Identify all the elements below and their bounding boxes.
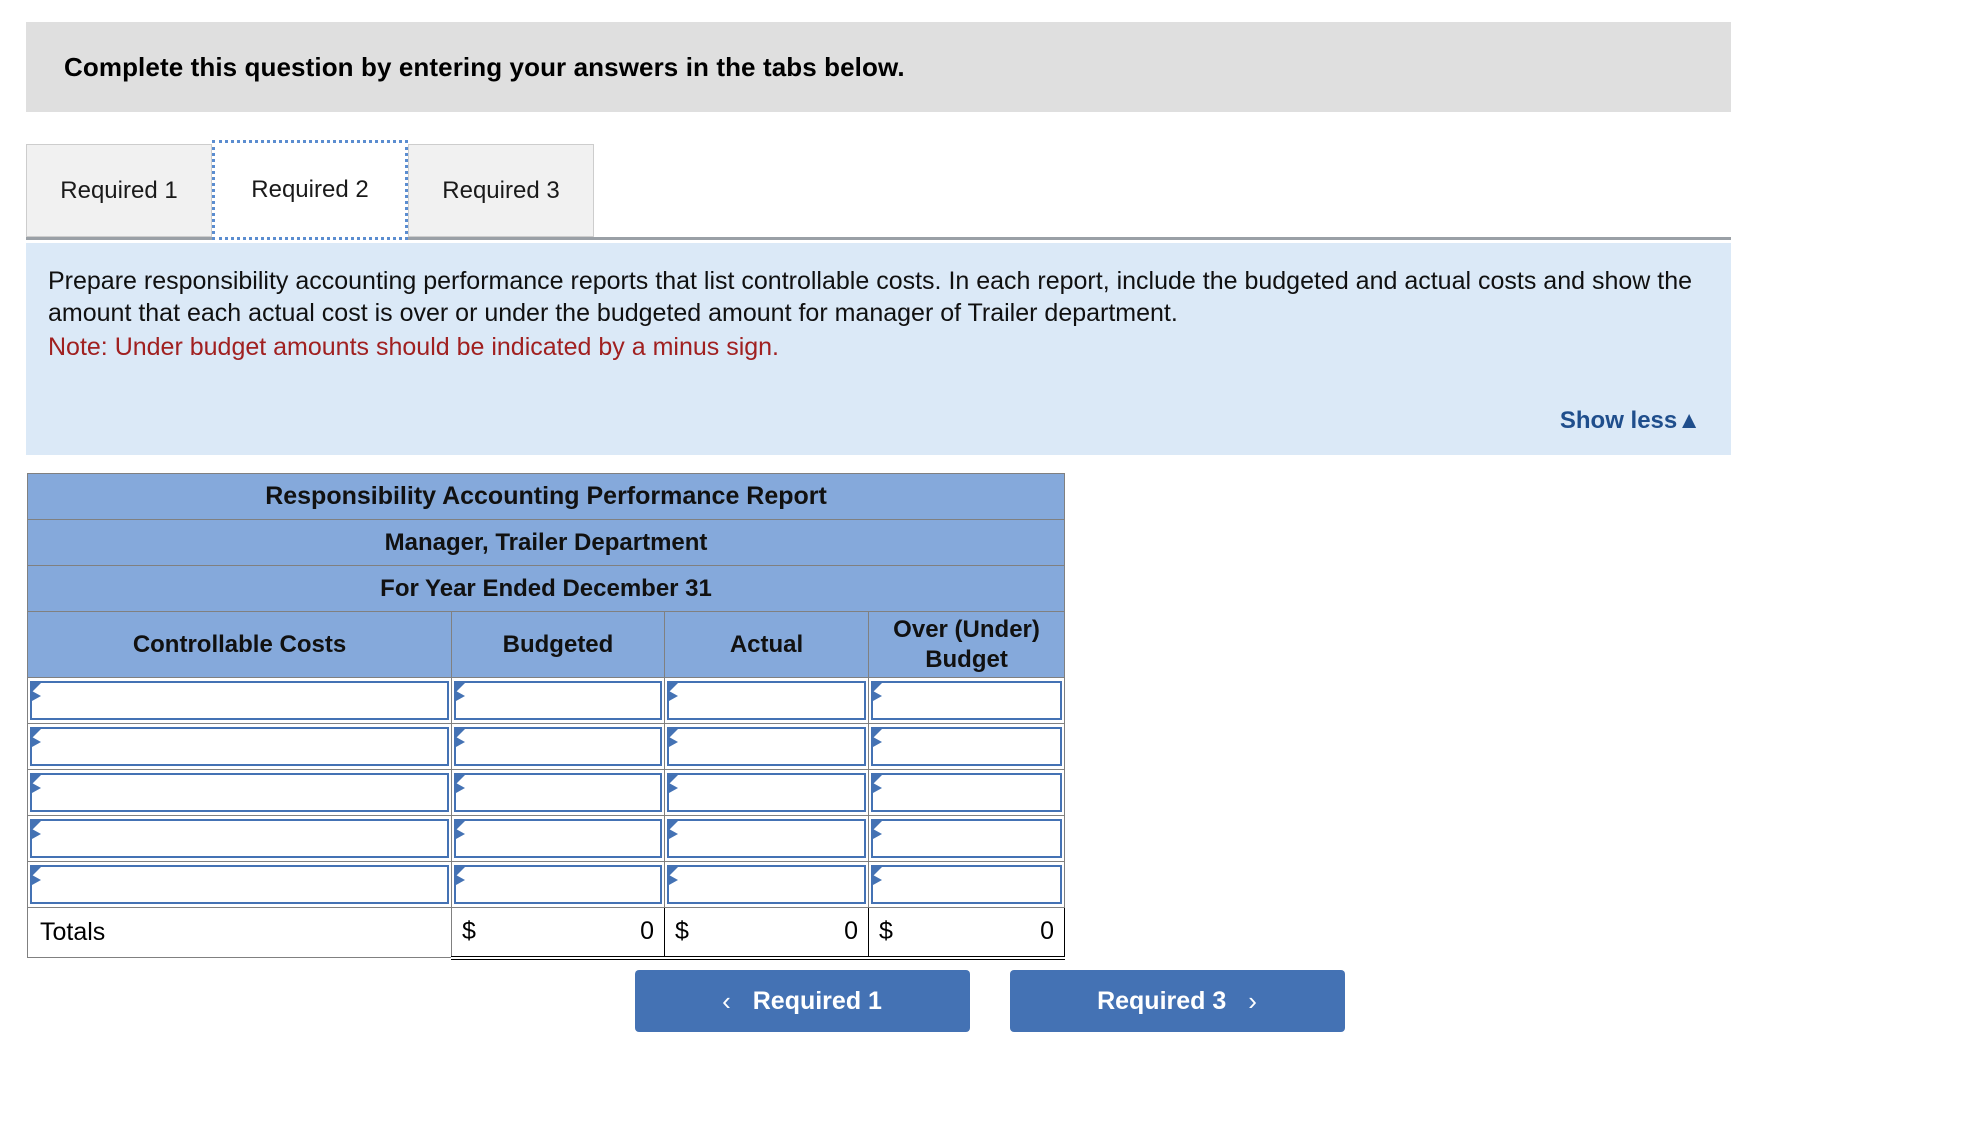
table-row: [27, 769, 1066, 816]
cell-cost-5: [27, 861, 452, 908]
cell-over-under-1: [867, 677, 1066, 724]
cell-actual-5: [664, 861, 869, 908]
input-budgeted-1[interactable]: [454, 681, 662, 720]
input-budgeted-5[interactable]: [454, 865, 662, 904]
tab-required-2-label: Required 2: [251, 176, 369, 203]
table-row: [27, 677, 1066, 724]
prev-button-label: Required 1: [752, 986, 882, 1015]
chevron-right-icon: ›: [1248, 985, 1257, 1016]
cell-budgeted-3: [451, 769, 665, 816]
totals-over-under-cell: $ 0: [867, 907, 1066, 960]
input-cost-2[interactable]: [30, 727, 449, 766]
table-row: [27, 861, 1066, 908]
tab-required-3[interactable]: Required 3: [408, 144, 594, 237]
input-actual-2[interactable]: [667, 727, 866, 766]
cell-cost-3: [27, 769, 452, 816]
instruction-panel: Prepare responsibility accounting perfor…: [26, 243, 1731, 455]
input-actual-1[interactable]: [667, 681, 866, 720]
cell-budgeted-2: [451, 723, 665, 770]
chevron-left-icon: ‹: [722, 985, 731, 1016]
prev-required-1-button[interactable]: ‹ Required 1: [634, 970, 970, 1032]
question-page: Complete this question by entering your …: [0, 0, 1979, 1127]
input-budgeted-3[interactable]: [454, 773, 662, 812]
report-subtitle1-row: Manager, Trailer Department: [26, 519, 1066, 566]
cell-actual-2: [664, 723, 869, 770]
instruction-note: Note: Under budget amounts should be ind…: [48, 333, 780, 361]
show-less-label: Show less: [1559, 407, 1678, 434]
caret-up-icon: ▲: [1677, 407, 1701, 434]
report-title-row: Responsibility Accounting Performance Re…: [26, 473, 1066, 520]
input-over-under-1[interactable]: [871, 681, 1063, 720]
tab-required-3-label: Required 3: [442, 176, 560, 204]
table-row: [27, 815, 1066, 862]
cell-budgeted-5: [451, 861, 665, 908]
performance-report-table: Responsibility Accounting Performance Re…: [26, 473, 1066, 960]
tab-required-1[interactable]: Required 1: [26, 144, 212, 237]
tab-required-1-label: Required 1: [60, 176, 178, 204]
tab-strip: Required 1 Required 2 Required 3: [26, 140, 1731, 240]
totals-actual-cell: $ 0: [664, 907, 869, 960]
cell-over-under-5: [867, 861, 1066, 908]
cell-over-under-2: [867, 723, 1066, 770]
column-header-actual: Actual: [664, 611, 869, 678]
input-cost-4[interactable]: [30, 819, 449, 858]
tab-required-2[interactable]: Required 2: [212, 140, 408, 240]
input-cost-1[interactable]: [30, 681, 449, 720]
totals-row: Totals $ 0 $ 0 $ 0: [27, 907, 1066, 960]
totals-over-under-value: 0: [1040, 917, 1055, 946]
column-header-budgeted: Budgeted: [451, 611, 665, 678]
cell-actual-3: [664, 769, 869, 816]
input-over-under-3[interactable]: [871, 773, 1063, 812]
cell-over-under-3: [867, 769, 1066, 816]
cell-actual-4: [664, 815, 869, 862]
report-column-header-row: Controllable Costs Budgeted Actual Over …: [27, 611, 1066, 678]
next-required-3-button[interactable]: Required 3 ›: [1009, 970, 1345, 1032]
input-cost-3[interactable]: [30, 773, 449, 812]
cell-budgeted-1: [451, 677, 665, 724]
input-over-under-5[interactable]: [871, 865, 1063, 904]
input-actual-4[interactable]: [667, 819, 866, 858]
cell-cost-2: [27, 723, 452, 770]
instruction-banner: Complete this question by entering your …: [26, 22, 1731, 112]
totals-budgeted-cell: $ 0: [451, 907, 665, 960]
column-header-controllable-costs: Controllable Costs: [27, 611, 452, 678]
report-title: Responsibility Accounting Performance Re…: [26, 473, 1066, 520]
cell-actual-1: [664, 677, 869, 724]
report-subtitle2-row: For Year Ended December 31: [26, 565, 1066, 612]
report-subtitle-manager: Manager, Trailer Department: [26, 519, 1066, 566]
input-budgeted-4[interactable]: [454, 819, 662, 858]
input-budgeted-2[interactable]: [454, 727, 662, 766]
currency-symbol: $: [879, 917, 893, 946]
totals-actual-value: 0: [844, 917, 858, 946]
show-less-toggle[interactable]: Show less▲: [1560, 407, 1701, 435]
currency-symbol: $: [462, 917, 476, 946]
cell-budgeted-4: [451, 815, 665, 862]
input-actual-5[interactable]: [667, 865, 866, 904]
cell-cost-1: [27, 677, 452, 724]
instruction-body: Prepare responsibility accounting perfor…: [48, 267, 1693, 327]
input-over-under-4[interactable]: [871, 819, 1063, 858]
next-button-label: Required 3: [1097, 986, 1227, 1015]
banner-text: Complete this question by entering your …: [64, 51, 905, 82]
totals-label: Totals: [27, 907, 452, 958]
currency-symbol: $: [675, 917, 689, 946]
cell-over-under-4: [867, 815, 1066, 862]
column-header-over-under-budget: Over (Under) Budget: [867, 611, 1066, 678]
table-row: [27, 723, 1066, 770]
input-cost-5[interactable]: [30, 865, 449, 904]
report-subtitle-period: For Year Ended December 31: [26, 565, 1066, 612]
totals-budgeted-value: 0: [640, 917, 654, 946]
input-over-under-2[interactable]: [871, 727, 1063, 766]
navigation-bar: ‹ Required 1 Required 3 ›: [0, 970, 1979, 1032]
cell-cost-4: [27, 815, 452, 862]
input-actual-3[interactable]: [667, 773, 866, 812]
